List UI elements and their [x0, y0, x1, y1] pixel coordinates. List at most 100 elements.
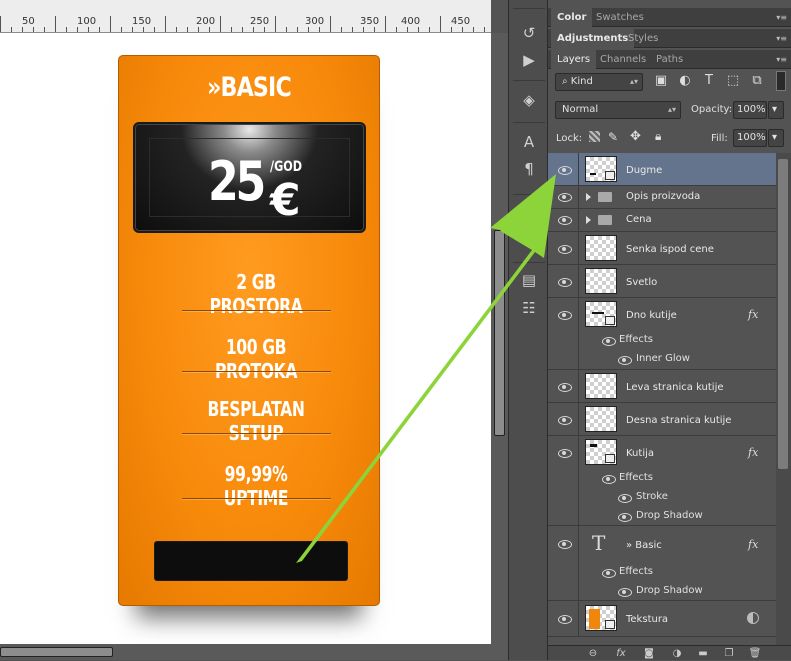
layer-row-svetlo[interactable]: Svetlo — [548, 265, 776, 298]
3d-icon[interactable]: ◈ — [515, 89, 543, 111]
updown-icon: ▴▾ — [667, 105, 676, 114]
lock-all-icon[interactable]: 🔒︎ — [655, 129, 661, 144]
effect-item[interactable]: Drop Shadow — [548, 582, 776, 601]
visibility-eye-icon[interactable] — [557, 165, 572, 175]
layer-row-kutija[interactable]: Kutija fx Effects Stroke Drop Shadow — [548, 436, 776, 526]
canvas-vertical-scrollbar[interactable] — [491, 33, 508, 644]
fx-icon[interactable]: fx — [748, 538, 758, 551]
effects-row[interactable]: Effects — [548, 469, 776, 488]
link-layers-icon[interactable]: ⊖ — [584, 646, 602, 661]
visibility-eye-icon[interactable] — [601, 474, 616, 484]
card-button[interactable] — [154, 541, 348, 581]
fill-dropdown[interactable]: ▾ — [768, 129, 784, 147]
layers-list[interactable]: Dugme Opis proizvoda Cena Senka ispod ce… — [548, 153, 776, 645]
layer-row-desna-stranica-kutije[interactable]: Desna stranica kutije — [548, 403, 776, 436]
tab-layers[interactable]: Layers — [551, 50, 597, 69]
new-group-icon[interactable]: ▬ — [694, 646, 712, 661]
notes-icon[interactable]: ▤ — [515, 269, 543, 291]
layer-filter-kind[interactable]: ⌕ Kind ▴▾ — [555, 73, 643, 91]
layer-row-senka-ispod-cene[interactable]: Senka ispod cene — [548, 232, 776, 265]
scroll-thumb[interactable] — [778, 159, 788, 469]
layer-row-basic-text[interactable]: T » Basic fx Effects Drop Shadow — [548, 526, 776, 601]
visibility-eye-icon[interactable] — [617, 587, 632, 597]
layer-row-leva-stranica-kutije[interactable]: Leva stranica kutije — [548, 370, 776, 403]
filter-smart-icon[interactable]: ⧉ — [748, 72, 766, 90]
play-action-icon[interactable]: ▶ — [515, 49, 543, 71]
add-style-icon[interactable]: fx — [612, 646, 630, 661]
expand-arrow-icon[interactable] — [586, 193, 591, 201]
layers-scrollbar[interactable] — [776, 153, 791, 645]
visibility-eye-icon[interactable] — [557, 244, 572, 254]
visibility-eye-icon[interactable] — [617, 512, 632, 522]
new-layer-icon[interactable]: ❐ — [720, 646, 738, 661]
panel-menu-icon[interactable]: ▾≡ — [776, 13, 787, 22]
canvas-area[interactable]: 50 100 150 200 250 300 350 400 450 »BASI… — [0, 0, 508, 660]
paragraph-icon[interactable]: ¶ — [515, 158, 543, 180]
visibility-eye-icon[interactable] — [617, 355, 632, 365]
layer-row-dugme[interactable]: Dugme — [548, 153, 776, 186]
effect-name: Inner Glow — [636, 353, 690, 364]
ruler-tick — [319, 27, 320, 32]
lock-brush-icon[interactable]: ✎ — [608, 130, 618, 144]
blend-mode-select[interactable]: Normal ▴▾ — [555, 101, 681, 119]
scroll-thumb[interactable] — [0, 647, 113, 657]
opacity-input[interactable]: 100% — [733, 101, 767, 119]
layer-row-opis-proizvoda[interactable]: Opis proizvoda — [548, 186, 776, 209]
lock-transparent-icon[interactable] — [589, 131, 600, 142]
effects-row[interactable]: Effects — [548, 563, 776, 582]
visibility-eye-icon[interactable] — [557, 614, 572, 624]
visibility-eye-icon[interactable] — [557, 448, 572, 458]
add-mask-icon[interactable]: ◙ — [640, 646, 658, 661]
filter-pixel-icon[interactable]: ▣ — [652, 72, 670, 90]
layer-name: Dno kutije — [626, 310, 677, 321]
document-canvas[interactable]: »BASIC 25 /GOD € 2 GB PROSTORA 100 GB PR… — [0, 33, 491, 644]
ruler-tick — [462, 27, 463, 32]
layer-row-tekstura[interactable]: Tekstura — [548, 601, 776, 637]
lock-move-icon[interactable]: ✥ — [630, 129, 641, 144]
layer-row-cena[interactable]: Cena — [548, 209, 776, 232]
visibility-eye-icon[interactable] — [617, 493, 632, 503]
effect-item[interactable]: Stroke — [548, 488, 776, 507]
filter-toggle[interactable] — [776, 71, 786, 91]
visibility-eye-icon[interactable] — [601, 568, 616, 578]
filter-adjustment-icon[interactable]: ◐ — [676, 72, 694, 90]
filter-shape-icon[interactable]: ⬚ — [724, 72, 742, 90]
canvas-horizontal-scrollbar[interactable] — [0, 644, 508, 660]
adjustment-layer-icon[interactable]: ◑ — [668, 646, 686, 661]
effect-item[interactable]: Inner Glow — [548, 350, 776, 369]
layers-footer: ⊖ fx ◙ ◑ ▬ ❐ 🗑︎ — [548, 645, 791, 660]
visibility-eye-icon[interactable] — [557, 192, 572, 202]
visibility-eye-icon[interactable] — [557, 539, 572, 549]
price-amount: 25 — [208, 150, 266, 213]
effects-row[interactable]: Effects — [548, 331, 776, 350]
visibility-eye-icon[interactable] — [557, 382, 572, 392]
visibility-eye-icon[interactable] — [557, 277, 572, 287]
properties-icon[interactable]: ☷ — [515, 297, 543, 319]
visibility-eye-icon[interactable] — [601, 336, 616, 346]
visibility-eye-icon[interactable] — [557, 310, 572, 320]
expand-arrow-icon[interactable] — [586, 216, 591, 224]
fx-icon[interactable]: fx — [748, 446, 758, 459]
tab-channels[interactable]: Channels — [594, 50, 652, 69]
tab-styles[interactable]: Styles — [622, 29, 664, 48]
fx-icon[interactable]: fx — [748, 308, 758, 321]
visibility-eye-icon[interactable] — [557, 415, 572, 425]
panel-menu-icon[interactable]: ▾≡ — [776, 34, 787, 43]
panel-menu-icon[interactable]: ▾≡ — [776, 55, 787, 64]
character-icon[interactable]: A — [515, 131, 543, 153]
smart-filter-icon[interactable] — [747, 612, 759, 624]
fill-input[interactable]: 100% — [733, 129, 767, 147]
filter-type-icon[interactable]: T — [700, 72, 718, 90]
tab-swatches[interactable]: Swatches — [590, 8, 650, 27]
effect-item[interactable]: Drop Shadow — [548, 507, 776, 526]
paragraph-styles-icon[interactable]: ¶ — [515, 203, 543, 225]
opacity-dropdown[interactable]: ▾ — [768, 101, 784, 119]
tab-color[interactable]: Color — [551, 8, 593, 27]
tab-paths[interactable]: Paths — [650, 50, 689, 69]
visibility-eye-icon[interactable] — [557, 215, 572, 225]
layer-row-dno-kutije[interactable]: Dno kutije fx Effects Inner Glow — [548, 298, 776, 370]
history-icon[interactable]: ↺ — [515, 22, 543, 44]
scroll-thumb[interactable] — [494, 230, 505, 436]
delete-layer-icon[interactable]: 🗑︎ — [746, 646, 764, 661]
character-styles-icon[interactable]: A — [515, 229, 543, 251]
